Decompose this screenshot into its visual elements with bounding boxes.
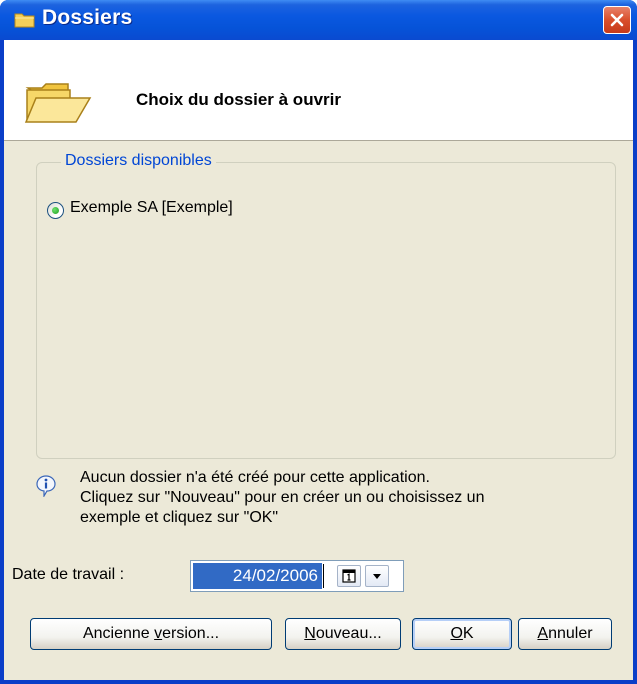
button-mnemonic: O bbox=[450, 625, 463, 642]
title-bar[interactable]: Dossiers bbox=[0, 0, 637, 40]
button-label: ersion... bbox=[162, 625, 220, 642]
work-date-field[interactable]: 24/02/2006 bbox=[190, 560, 404, 592]
button-label: ouveau... bbox=[315, 625, 382, 642]
button-label: K bbox=[462, 625, 474, 642]
button-mnemonic: A bbox=[537, 625, 549, 642]
cancel-button[interactable]: Annuler bbox=[518, 618, 612, 650]
radio-selected-dot bbox=[52, 207, 59, 214]
work-date-label: Date de travail : bbox=[12, 566, 125, 583]
window-title: Dossiers bbox=[42, 6, 133, 29]
calendar-button[interactable] bbox=[337, 565, 361, 587]
button-mnemonic: v bbox=[154, 625, 163, 642]
new-button[interactable]: Nouveau... bbox=[285, 618, 401, 650]
close-icon bbox=[610, 13, 624, 27]
calendar-icon bbox=[342, 569, 356, 583]
group-legend: Dossiers disponibles bbox=[61, 152, 216, 170]
dialog-body: Choix du dossier à ouvrir Dossiers dispo… bbox=[4, 40, 633, 680]
work-date-value[interactable]: 24/02/2006 bbox=[193, 563, 322, 589]
old-version-button[interactable]: Ancienne version... bbox=[30, 618, 272, 650]
ok-button[interactable]: OK bbox=[412, 618, 512, 650]
info-icon bbox=[36, 475, 56, 499]
info-message: Aucun dossier n'a été créé pour cette ap… bbox=[80, 468, 600, 528]
info-line: exemple et cliquez sur "OK" bbox=[80, 509, 279, 526]
button-label: Ancienne bbox=[82, 625, 155, 642]
chevron-down-icon bbox=[373, 574, 381, 579]
header-band: Choix du dossier à ouvrir bbox=[4, 40, 633, 141]
info-line: Aucun dossier n'a été créé pour cette ap… bbox=[80, 469, 430, 486]
close-button[interactable] bbox=[603, 6, 631, 34]
folder-option-label[interactable]: Exemple SA [Exemple] bbox=[70, 199, 233, 217]
folder-icon bbox=[14, 11, 36, 29]
button-mnemonic: N bbox=[304, 625, 316, 642]
radio-button[interactable] bbox=[47, 202, 64, 219]
date-dropdown-button[interactable] bbox=[365, 565, 389, 587]
open-folder-icon bbox=[24, 80, 94, 133]
info-line: Cliquez sur "Nouveau" pour en créer un o… bbox=[80, 489, 485, 506]
button-label: nnuler bbox=[548, 625, 593, 642]
text-caret bbox=[323, 564, 324, 588]
header-title: Choix du dossier à ouvrir bbox=[136, 90, 341, 109]
dialog-window: Dossiers Choix du dossier à ouvrir Dossi… bbox=[0, 0, 637, 684]
available-folders-group: Dossiers disponibles Exemple SA [Exemple… bbox=[36, 152, 616, 459]
